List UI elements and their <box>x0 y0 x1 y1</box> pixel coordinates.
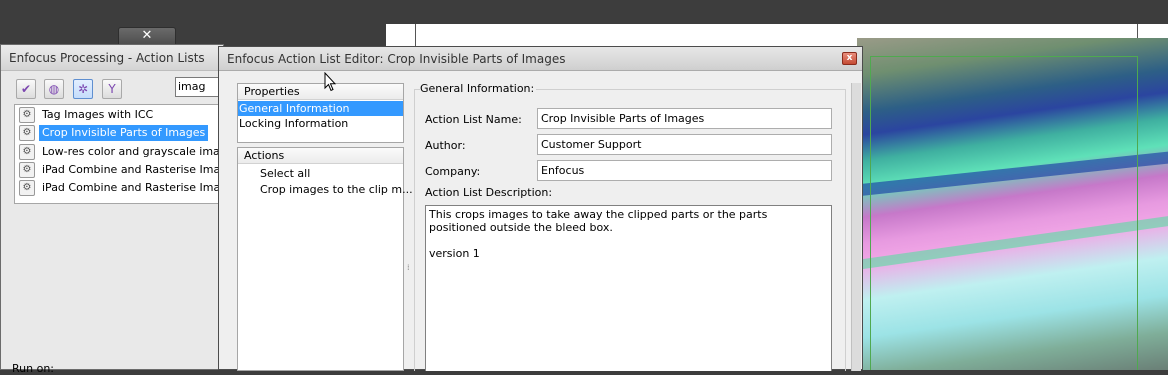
action-list-icon: ⚙ <box>19 180 35 196</box>
vertical-scrollbar[interactable] <box>851 83 861 371</box>
description-textarea[interactable]: This crops images to take away the clipp… <box>425 205 832 371</box>
splitter-grip-icon: ⁞ <box>407 263 410 272</box>
action-list-name-label: Action List Name: <box>425 113 522 126</box>
author-field[interactable]: Customer Support <box>537 134 832 155</box>
properties-item-locking-information[interactable]: Locking Information <box>238 116 403 131</box>
action-list-icon: ⚙ <box>19 125 35 141</box>
mouse-cursor-icon <box>324 72 336 92</box>
actions-item-select-all[interactable]: Select all <box>260 166 310 182</box>
action-lists-window-title: Enfocus Processing - Action Lists <box>1 45 223 71</box>
globe-button[interactable]: ◍ <box>44 79 64 99</box>
editor-window-title: Enfocus Action List Editor: Crop Invisib… <box>219 47 862 71</box>
list-item-label: iPad Combine and Rasterise Images <box>42 163 224 176</box>
action-list-icon: ⚙ <box>19 162 35 178</box>
properties-panel: Properties General Information Locking I… <box>237 83 404 143</box>
check-icon: ✔ <box>20 82 32 96</box>
back-window-close-button[interactable]: ✕ <box>118 27 176 44</box>
close-icon: x <box>846 53 853 63</box>
list-item-label: Low-res color and grayscale images: <box>42 145 224 158</box>
globe-icon: ◍ <box>48 82 60 96</box>
description-label: Action List Description: <box>425 186 553 199</box>
search-input[interactable]: imag <box>175 77 219 97</box>
list-item[interactable]: ⚙ iPad Combine and Rasterise Images t <box>19 180 223 196</box>
list-item-label: Tag Images with ICC <box>42 108 154 121</box>
actions-header: Actions <box>238 148 403 164</box>
list-item-selected[interactable]: ⚙ Crop Invisible Parts of Images <box>19 125 209 141</box>
properties-item-general-information[interactable]: General Information <box>238 101 403 116</box>
list-item[interactable]: ⚙ iPad Combine and Rasterise Images <box>19 162 224 178</box>
run-on-label: Run on: <box>12 362 54 375</box>
list-item-label: iPad Combine and Rasterise Images t <box>42 181 223 194</box>
company-field[interactable]: Enfocus <box>537 160 832 181</box>
actions-item-crop-images[interactable]: Crop images to the clip m... <box>260 182 413 198</box>
document-page-margin <box>415 24 416 46</box>
actions-panel: Actions Select all Crop images to the cl… <box>237 147 413 371</box>
list-item[interactable]: ⚙ Low-res color and grayscale images: <box>19 144 224 160</box>
action-list-listbox[interactable]: ⚙ Tag Images with ICC ⚙ Crop Invisible Par… <box>14 104 224 204</box>
company-label: Company: <box>425 165 481 178</box>
gear-icon: ✲ <box>77 82 89 96</box>
bleed-box-outline <box>870 56 1138 370</box>
action-list-icon: ⚙ <box>19 144 35 160</box>
properties-header: Properties <box>238 84 403 100</box>
funnel-icon: Y <box>108 82 116 96</box>
author-label: Author: <box>425 139 466 152</box>
action-list-name-field[interactable]: Crop Invisible Parts of Images <box>537 108 832 129</box>
close-button[interactable]: x <box>842 52 857 65</box>
panel-splitter[interactable] <box>406 83 411 371</box>
list-item[interactable]: ⚙ Tag Images with ICC <box>19 107 156 123</box>
check-button[interactable]: ✔ <box>16 79 36 99</box>
gear-button[interactable]: ✲ <box>73 79 93 99</box>
list-item-label: Crop Invisible Parts of Images <box>39 125 209 141</box>
general-information-title: General Information: <box>420 82 537 95</box>
filter-button[interactable]: Y <box>102 79 122 99</box>
action-list-editor-window: Enfocus Action List Editor: Crop Invisib… <box>218 46 863 371</box>
action-list-icon: ⚙ <box>19 107 35 123</box>
